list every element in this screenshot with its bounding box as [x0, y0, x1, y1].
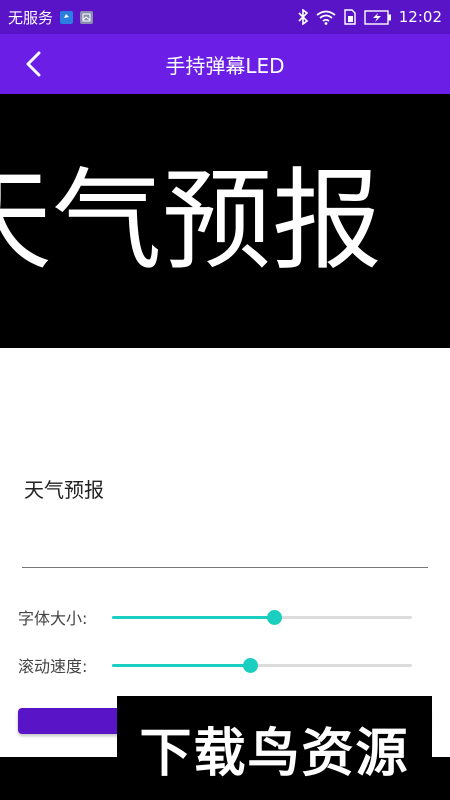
back-button[interactable]	[14, 44, 54, 84]
status-time: 12:02	[398, 8, 442, 26]
font-size-slider[interactable]	[112, 607, 412, 627]
battery-charging-icon	[364, 9, 391, 25]
font-size-fill	[112, 616, 274, 619]
scroll-speed-thumb[interactable]	[243, 658, 258, 673]
chevron-left-icon	[26, 51, 41, 77]
watermark-text: 下载鸟资源	[139, 723, 410, 784]
carrier-text: 无服务	[8, 8, 54, 27]
page-title: 手持弹幕LED	[165, 53, 285, 78]
app-notification-icon	[60, 10, 74, 24]
scroll-speed-row: 滚动速度:	[18, 650, 428, 680]
scroll-speed-slider[interactable]	[112, 655, 412, 675]
wifi-icon	[316, 10, 336, 25]
app-bar: 手持弹幕LED	[0, 34, 450, 94]
status-right: 12:02	[297, 8, 442, 26]
message-input-value: 天气预报	[24, 478, 104, 502]
status-bar: 无服务 12:02	[0, 0, 450, 34]
watermark-logo: 下载鸟资源	[117, 696, 432, 800]
led-scrolling-text: 天气预报	[0, 157, 382, 285]
image-notification-icon	[80, 10, 94, 24]
status-left: 无服务	[8, 7, 94, 28]
sim-icon	[344, 9, 356, 25]
message-input[interactable]: 天气预报	[22, 462, 428, 568]
bluetooth-icon	[298, 9, 308, 25]
led-preview: 天气预报	[0, 94, 450, 348]
scroll-speed-label: 滚动速度:	[18, 657, 88, 676]
font-size-label: 字体大小:	[18, 609, 88, 628]
font-size-row: 字体大小:	[18, 602, 428, 632]
font-size-thumb[interactable]	[267, 610, 282, 625]
scroll-speed-fill	[112, 664, 250, 667]
